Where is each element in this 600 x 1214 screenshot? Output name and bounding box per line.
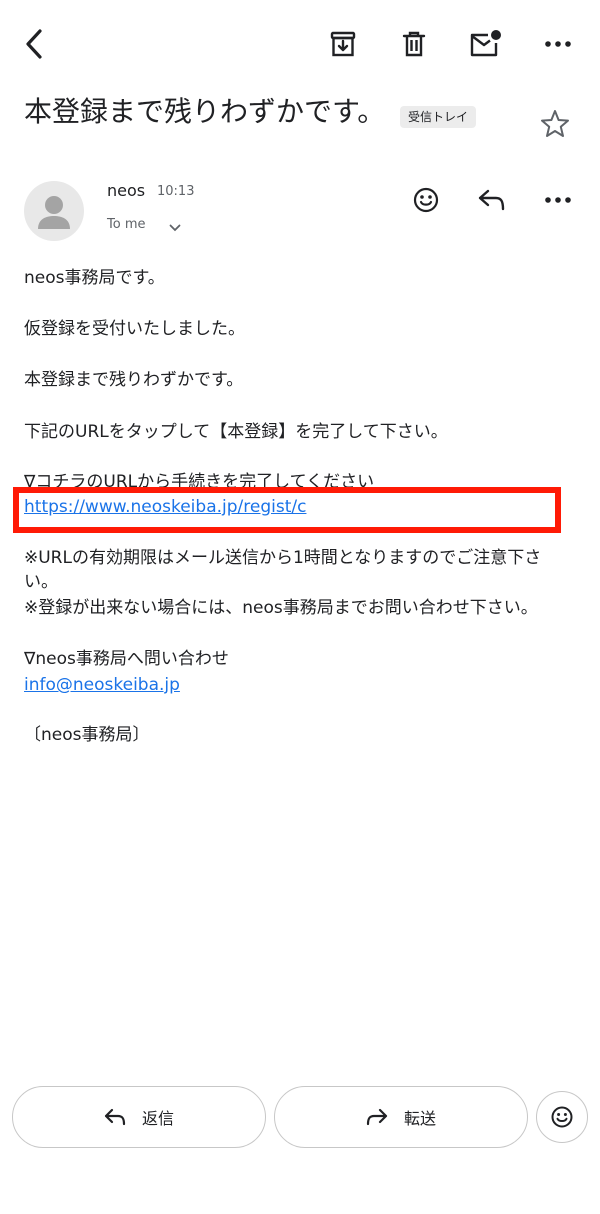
email-subject: 本登録まで残りわずかです。 (24, 95, 386, 128)
forward-button[interactable]: 転送 (274, 1086, 528, 1148)
reply-icon (477, 187, 507, 213)
react-button[interactable] (408, 182, 444, 218)
star-button[interactable] (537, 106, 573, 142)
star-outline-icon (539, 108, 571, 140)
contact-heading: ∇neos事務局へ問い合わせ (24, 649, 229, 669)
archive-icon (329, 30, 357, 58)
body-line: 本登録まで残りわずかです。 (24, 370, 244, 390)
message-more-button[interactable] (540, 182, 576, 218)
trash-icon (401, 30, 427, 58)
smiley-icon (550, 1105, 574, 1129)
sender-name: neos (107, 181, 146, 200)
emoji-reaction-button[interactable] (536, 1091, 588, 1143)
reply-button-label: 返信 (141, 1109, 174, 1128)
avatar[interactable] (24, 181, 84, 241)
back-button[interactable] (16, 26, 52, 62)
recipient-toggle[interactable]: To me (107, 216, 187, 240)
delete-button[interactable] (396, 26, 432, 62)
more-horizontal-icon (544, 196, 572, 204)
smiley-icon (412, 186, 440, 214)
reply-icon (104, 1108, 126, 1126)
highlight-box (13, 487, 561, 533)
body-note: い。 (24, 572, 58, 592)
body-greeting: neos事務局です。 (24, 268, 165, 288)
archive-button[interactable] (325, 26, 361, 62)
recipient-label: To me (107, 217, 146, 232)
chevron-down-icon (169, 224, 181, 232)
forward-button-label: 転送 (403, 1109, 436, 1128)
signature: 〔neos事務局〕 (24, 725, 150, 745)
forward-icon (366, 1108, 388, 1126)
mark-unread-button[interactable] (467, 26, 503, 62)
contact-email-link[interactable]: info@neoskeiba.jp (24, 673, 180, 697)
reply-icon-button[interactable] (474, 182, 510, 218)
mail-unread-icon (468, 29, 502, 59)
reply-button[interactable]: 返信 (12, 1086, 266, 1148)
message-time: 10:13 (157, 184, 195, 199)
inbox-label-chip[interactable]: 受信トレイ (400, 106, 477, 128)
body-line: 仮登録を受付いたしました。 (24, 319, 245, 339)
more-horizontal-icon (544, 40, 572, 48)
more-options-button[interactable] (540, 26, 576, 62)
body-note: ※登録が出来ない場合には、neos事務局までお問い合わせ下さい。 (24, 598, 538, 618)
body-note: ※URLの有効期限はメール送信から1時間となりますのでご注意下さ (24, 548, 542, 568)
chevron-left-icon (23, 28, 45, 60)
body-line: 下記のURLをタップして【本登録】を完了して下さい。 (24, 422, 448, 442)
